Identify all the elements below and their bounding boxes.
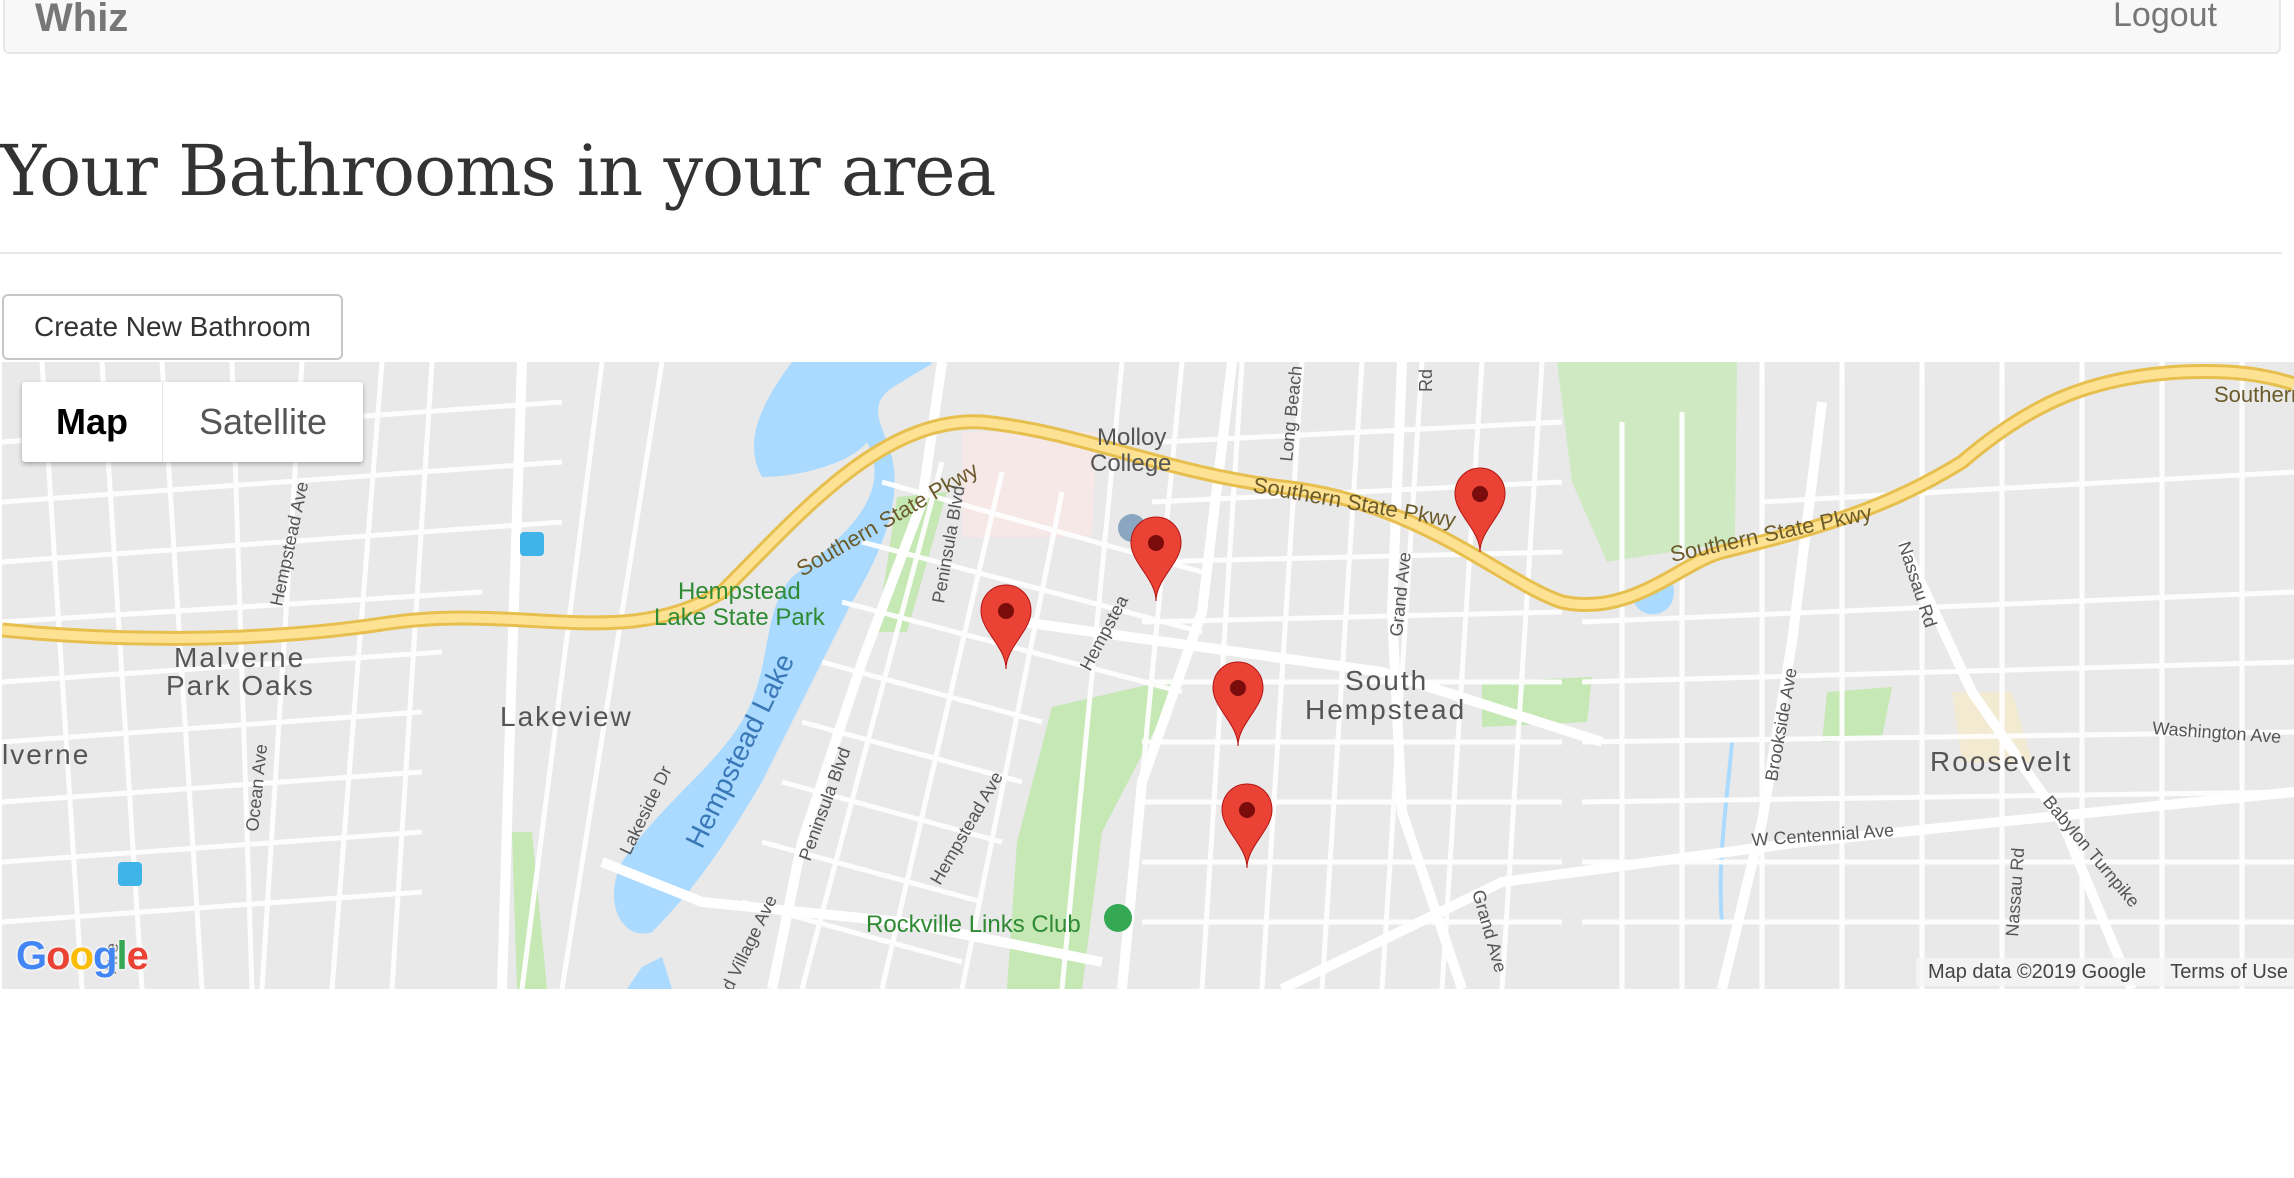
label-roosevelt: Roosevelt [1930,746,2073,777]
label-lakeview: Lakeview [500,701,633,732]
create-bathroom-button[interactable]: Create New Bathroom [2,294,343,360]
label-hempstead: Hempstead [1305,694,1466,725]
label-park-oaks: Park Oaks [166,670,315,701]
park-small-2 [1822,687,1892,742]
map[interactable]: Southern State Pkwy Southern State Pkwy … [2,362,2294,989]
label-malverne: Malverne [174,642,305,673]
brand-link[interactable]: Whiz [35,0,128,41]
label-lake-state-park: Lake State Park [654,604,826,631]
google-logo[interactable]: Google [16,934,149,979]
label-college: College [1090,450,1171,477]
map-footer: Map data ©2019 Google Terms of Use [1915,958,2294,986]
logout-link[interactable]: Logout [2113,0,2217,35]
label-southern-edge: Southern [2214,382,2294,407]
transit-icon [520,532,544,556]
label-rockville-links: Rockville Links Club [866,911,1081,938]
terms-of-use-link[interactable]: Terms of Use [2170,961,2288,984]
label-malverne-edge: lverne [2,739,90,770]
map-attribution: Map data ©2019 Google [1927,960,2147,983]
transit-icon [118,862,142,886]
satellite-view-button[interactable]: Satellite [163,382,363,462]
label-hempstead-park: Hempstead [678,578,801,605]
label-south: South [1345,665,1428,696]
golf-icon [1104,904,1132,932]
divider [0,252,2282,254]
map-type-control: Map Satellite [22,382,363,462]
navbar: Whiz Logout [3,0,2281,54]
label-rd: Rd [1416,369,1436,392]
page-title: Your Bathrooms in your area [0,130,996,212]
label-molloy: Molloy [1097,424,1166,451]
map-view-button[interactable]: Map [22,382,163,462]
